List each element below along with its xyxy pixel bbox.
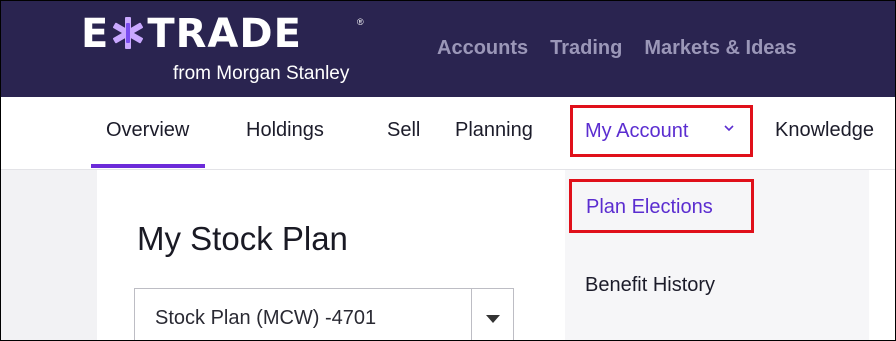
main-content-card: My Stock Plan Stock Plan (MCW) -4701 [97, 170, 565, 340]
menu-item-plan-elections-label: Plan Elections [586, 196, 713, 218]
tab-my-account[interactable]: My Account [570, 105, 753, 157]
registered-mark: ® [357, 17, 364, 27]
tab-sell[interactable]: Sell [387, 119, 420, 142]
tab-overview[interactable]: Overview [90, 119, 206, 168]
select-divider [471, 289, 472, 340]
top-nav-accounts[interactable]: Accounts [437, 37, 528, 77]
tab-my-account-label: My Account [585, 120, 689, 142]
my-account-dropdown-menu: Plan Elections Benefit History [565, 170, 869, 340]
etrade-logo[interactable]: E TRADE ® from Morgan Stanley [81, 11, 371, 91]
tab-planning[interactable]: Planning [455, 119, 533, 142]
tab-holdings[interactable]: Holdings [246, 119, 324, 142]
star-icon [113, 17, 144, 49]
menu-item-benefit-history[interactable]: Benefit History [585, 274, 715, 297]
top-nav: Accounts Trading Markets & Ideas [437, 37, 797, 77]
logo-word-trade: TRADE [147, 11, 302, 57]
tab-knowledge[interactable]: Knowledge [775, 119, 874, 142]
logo-letter-e: E [81, 11, 110, 57]
right-panel-edge [869, 170, 895, 340]
logo-wordmark: E TRADE [81, 11, 302, 57]
stock-plan-select-value: Stock Plan (MCW) -4701 [155, 307, 377, 329]
browser-viewport: E TRADE ® from Morgan Stanley Accounts T… [0, 0, 896, 341]
top-nav-trading[interactable]: Trading [550, 37, 622, 77]
logo-subtitle: from Morgan Stanley [173, 63, 350, 84]
stock-plan-select[interactable]: Stock Plan (MCW) -4701 [134, 288, 514, 340]
top-bar: E TRADE ® from Morgan Stanley Accounts T… [1, 1, 895, 97]
chevron-down-icon [724, 125, 734, 132]
sub-nav: Overview Holdings Sell Planning My Accou… [1, 97, 895, 170]
menu-item-plan-elections[interactable]: Plan Elections [569, 179, 754, 233]
caret-down-icon [486, 315, 500, 323]
top-nav-markets-ideas[interactable]: Markets & Ideas [644, 37, 796, 77]
page-title: My Stock Plan [137, 220, 348, 257]
